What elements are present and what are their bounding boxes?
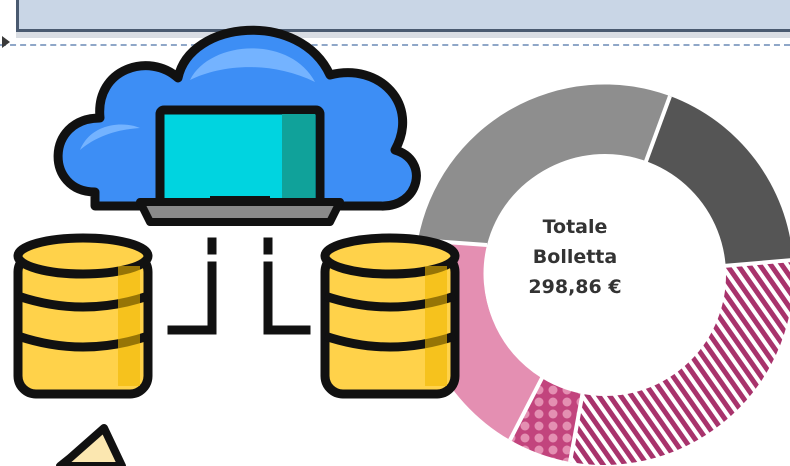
donut-center-total: 298,86 € bbox=[528, 276, 622, 298]
database-icon bbox=[13, 233, 153, 399]
connector-lines bbox=[167, 237, 311, 335]
donut-center-label: Totale Bolletta 298,86 € bbox=[520, 212, 630, 302]
donut-center-line-2: Bolletta bbox=[532, 246, 618, 268]
donut-center-line-1: Totale bbox=[542, 216, 608, 238]
illustration bbox=[13, 25, 790, 466]
database-icon bbox=[320, 233, 460, 399]
cloud-laptop-icon bbox=[53, 25, 421, 226]
paper-icon bbox=[56, 424, 126, 466]
